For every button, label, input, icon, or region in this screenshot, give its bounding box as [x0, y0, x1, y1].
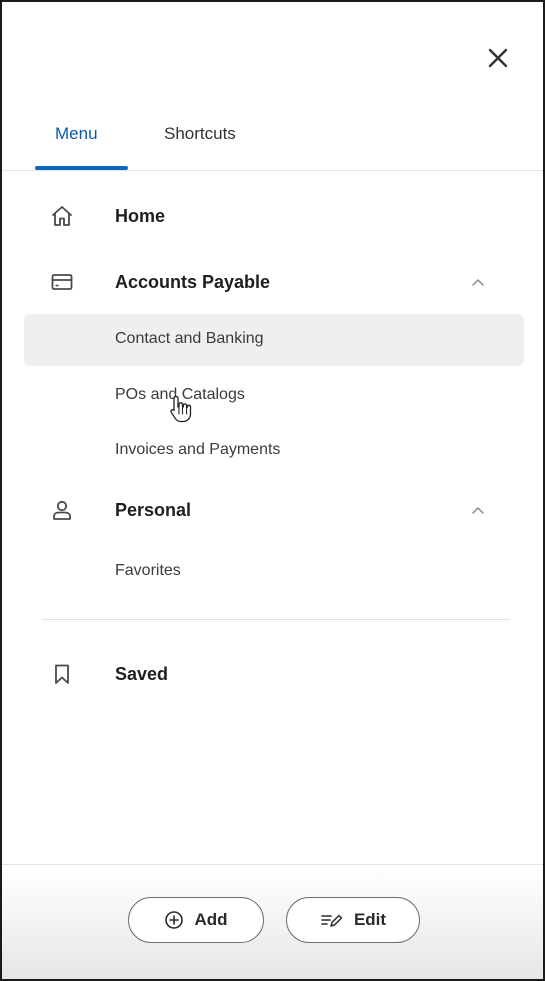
footer-bar	[2, 865, 543, 979]
credit-card-icon	[51, 274, 73, 290]
nav-item-saved[interactable]: Saved	[2, 654, 543, 694]
tabs-divider	[2, 170, 543, 171]
sub-label: Favorites	[115, 562, 181, 579]
tab-shortcuts[interactable]: Shortcuts	[164, 124, 236, 144]
sub-item-contact-and-banking[interactable]: Contact and Banking	[24, 314, 524, 366]
add-button[interactable]: Add	[128, 897, 264, 943]
edit-list-icon	[321, 914, 343, 927]
nav-item-home[interactable]: Home	[2, 196, 543, 236]
menu-panel: Menu Shortcuts Home Accounts Payable Con…	[0, 0, 545, 981]
nav-label-accounts-payable: Accounts Payable	[115, 272, 271, 292]
nav-label-home: Home	[115, 206, 166, 226]
sub-label: Invoices and Payments	[115, 441, 281, 458]
sub-label: Contact and Banking	[115, 330, 264, 347]
home-icon	[52, 206, 72, 226]
edit-button-label: Edit	[353, 910, 387, 929]
hand-pointer-cursor-icon	[170, 395, 192, 423]
chevron-up-icon[interactable]	[470, 502, 486, 518]
edit-button[interactable]: Edit	[286, 897, 420, 943]
nav-label-personal: Personal	[115, 500, 192, 520]
nav-item-personal[interactable]: Personal	[2, 490, 543, 530]
add-circle-icon	[165, 911, 184, 929]
section-divider	[42, 619, 510, 620]
bookmark-icon	[55, 664, 69, 684]
nav-item-accounts-payable[interactable]: Accounts Payable	[2, 262, 543, 302]
nav-label-saved: Saved	[115, 664, 169, 684]
add-button-label: Add	[194, 910, 228, 929]
chevron-up-icon[interactable]	[470, 274, 486, 290]
sub-item-invoices-and-payments[interactable]: Invoices and Payments	[24, 425, 524, 477]
person-icon	[53, 500, 71, 520]
sub-item-pos-and-catalogs[interactable]: POs and Catalogs	[24, 370, 524, 422]
tab-bar: Menu Shortcuts	[2, 2, 543, 172]
sub-item-favorites[interactable]: Favorites	[24, 546, 524, 598]
tab-menu[interactable]: Menu	[55, 124, 98, 144]
